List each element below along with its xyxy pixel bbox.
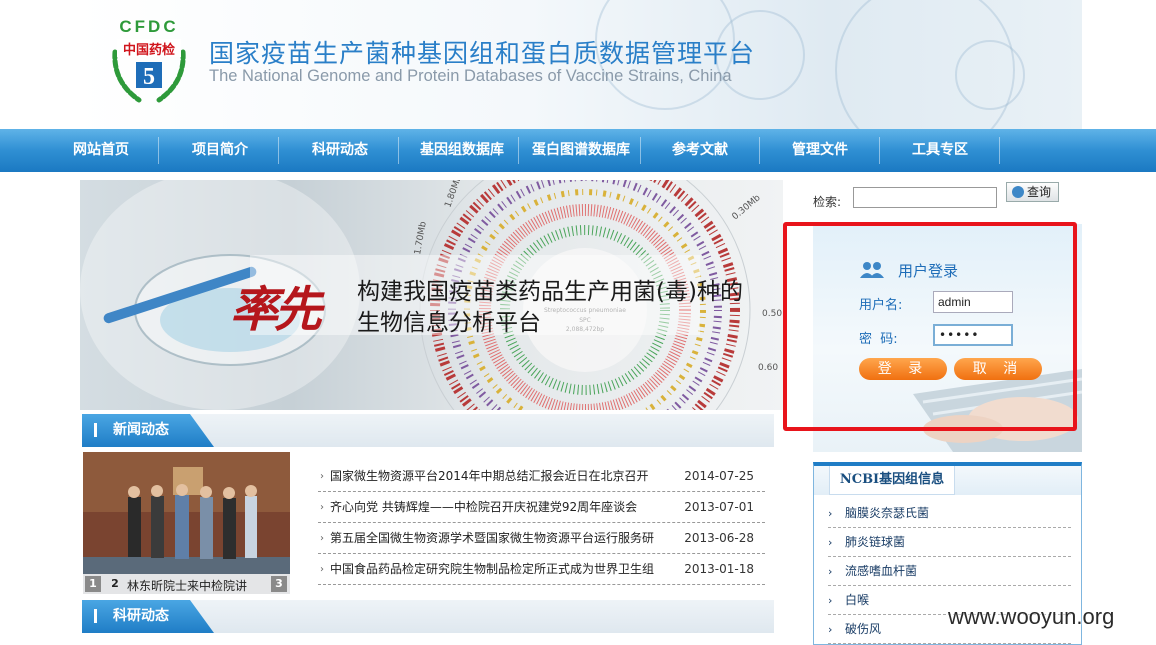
- banner-line-2: 生物信息分析平台: [357, 310, 541, 336]
- nav-item-genome-db[interactable]: 基因组数据库: [406, 129, 518, 172]
- news-item[interactable]: › 中国食品药品检定研究院生物制品检定所正式成为世界卫生组 2013-01-18: [318, 554, 765, 585]
- banner-line-1: 构建我国疫苗类药品生产用菌(毒)种的: [357, 279, 743, 305]
- site-subtitle: The National Genome and Protein Database…: [209, 67, 732, 85]
- arrow-right-icon: ›: [320, 533, 324, 544]
- page: CFDC 中国药检 5 国家疫苗生产菌种基因组和蛋白质数据管理平台 The Na…: [0, 0, 1156, 645]
- research-section-header: 科研动态: [82, 600, 774, 633]
- nav-item-references[interactable]: 参考文献: [657, 129, 743, 172]
- ncbi-list-item[interactable]: › 脑膜炎奈瑟氏菌: [828, 499, 1071, 528]
- news-item-date: 2013-01-18: [684, 562, 754, 576]
- news-photo-image: [83, 452, 290, 594]
- cfdc-logo[interactable]: CFDC 中国药检 5: [103, 12, 195, 106]
- arrow-right-icon: ›: [828, 565, 833, 578]
- ncbi-item-label[interactable]: 破伤风: [845, 615, 881, 644]
- ncbi-panel-title[interactable]: NCBI基因组信息: [829, 466, 955, 495]
- news-section-header: 新闻动态: [82, 414, 774, 447]
- svg-text:1.80Mb: 1.80Mb: [443, 180, 464, 209]
- ncbi-item-label[interactable]: 肺炎链球菌: [845, 528, 905, 557]
- arrow-right-icon: ›: [828, 507, 833, 520]
- news-item-title[interactable]: 国家微生物资源平台2014年中期总结汇报会近日在北京召开: [330, 461, 649, 492]
- nav-item-documents[interactable]: 管理文件: [777, 129, 863, 172]
- svg-text:0.30Mb: 0.30Mb: [731, 193, 763, 222]
- photo-page-1[interactable]: 1: [85, 576, 101, 592]
- arrow-right-icon: ›: [828, 536, 833, 549]
- search-button-label: 查询: [1026, 185, 1051, 199]
- news-section-tab[interactable]: 新闻动态: [82, 414, 214, 447]
- site-header: CFDC 中国药检 5 国家疫苗生产菌种基因组和蛋白质数据管理平台 The Na…: [75, 0, 1082, 129]
- hero-banner[interactable]: Streptococcus pneumoniae SPC 2,088,472bp…: [80, 180, 783, 410]
- search-button[interactable]: 查询: [1006, 182, 1059, 202]
- arrow-right-icon: ›: [828, 623, 833, 636]
- news-item-date: 2014-07-25: [684, 469, 754, 483]
- svg-text:5: 5: [143, 64, 155, 90]
- news-item-title[interactable]: 齐心向党 共铸辉煌——中检院召开庆祝建党92周年座谈会: [330, 492, 637, 523]
- search-input[interactable]: [853, 187, 997, 208]
- photo-page-2[interactable]: 2: [107, 576, 123, 592]
- ncbi-panel-header: NCBI基因组信息: [814, 466, 1081, 495]
- arrow-right-icon: ›: [320, 471, 324, 482]
- svg-text:0.50: 0.50: [762, 309, 782, 319]
- photo-caption-bar: 1 2 林东昕院士来中检院讲 3: [83, 574, 290, 594]
- nav-item-protein-db[interactable]: 蛋白图谱数据库: [522, 129, 640, 172]
- ncbi-item-label[interactable]: 脑膜炎奈瑟氏菌: [845, 499, 929, 528]
- news-item-title[interactable]: 第五届全国微生物资源学术暨国家微生物资源平台运行服务研: [330, 523, 654, 554]
- photo-page-3[interactable]: 3: [271, 576, 287, 592]
- photo-caption[interactable]: 林东昕院士来中检院讲: [127, 577, 247, 594]
- news-photo[interactable]: 1 2 林东昕院士来中检院讲 3: [83, 452, 290, 594]
- logo-text: CFDC: [119, 17, 178, 36]
- news-item-title[interactable]: 中国食品药品检定研究院生物制品检定所正式成为世界卫生组: [330, 554, 654, 585]
- svg-text:0.60: 0.60: [758, 363, 778, 373]
- news-item-date: 2013-07-01: [684, 500, 754, 514]
- watermark: www.wooyun.org: [948, 604, 1115, 629]
- banner-highlight-text: 率先: [230, 282, 322, 338]
- main-nav: 网站首页 项目简介 科研动态 基因组数据库 蛋白图谱数据库 参考文献 管理文件 …: [0, 129, 1156, 172]
- arrow-right-icon: ›: [320, 564, 324, 575]
- ncbi-item-label[interactable]: 流感嗜血杆菌: [845, 557, 917, 586]
- news-section-title: 新闻动态: [113, 422, 169, 438]
- svg-text:1.70Mb: 1.70Mb: [413, 220, 429, 255]
- nav-item-tools[interactable]: 工具专区: [897, 129, 983, 172]
- highlight-box: [783, 222, 1077, 431]
- logo-badge-text: 中国药检: [123, 42, 175, 58]
- search-icon: [1012, 186, 1024, 198]
- news-item[interactable]: › 齐心向党 共铸辉煌——中检院召开庆祝建党92周年座谈会 2013-07-01: [318, 492, 765, 523]
- arrow-right-icon: ›: [828, 594, 833, 607]
- research-section-tab[interactable]: 科研动态: [82, 600, 214, 633]
- ncbi-list-item[interactable]: › 流感嗜血杆菌: [828, 557, 1071, 586]
- ncbi-item-label[interactable]: 白喉: [845, 586, 869, 615]
- news-item[interactable]: › 第五届全国微生物资源学术暨国家微生物资源平台运行服务研 2013-06-28: [318, 523, 765, 554]
- news-item-date: 2013-06-28: [684, 531, 754, 545]
- research-section-title: 科研动态: [113, 608, 169, 624]
- arrow-right-icon: ›: [320, 502, 324, 513]
- nav-item-research-news[interactable]: 科研动态: [297, 129, 383, 172]
- search-label: 检索:: [813, 195, 842, 209]
- nav-item-home[interactable]: 网站首页: [58, 129, 144, 172]
- site-title: 国家疫苗生产菌种基因组和蛋白质数据管理平台: [209, 39, 756, 68]
- nav-item-project-intro[interactable]: 项目简介: [177, 129, 263, 172]
- news-item[interactable]: › 国家微生物资源平台2014年中期总结汇报会近日在北京召开 2014-07-2…: [318, 461, 765, 492]
- ncbi-list-item[interactable]: › 肺炎链球菌: [828, 528, 1071, 557]
